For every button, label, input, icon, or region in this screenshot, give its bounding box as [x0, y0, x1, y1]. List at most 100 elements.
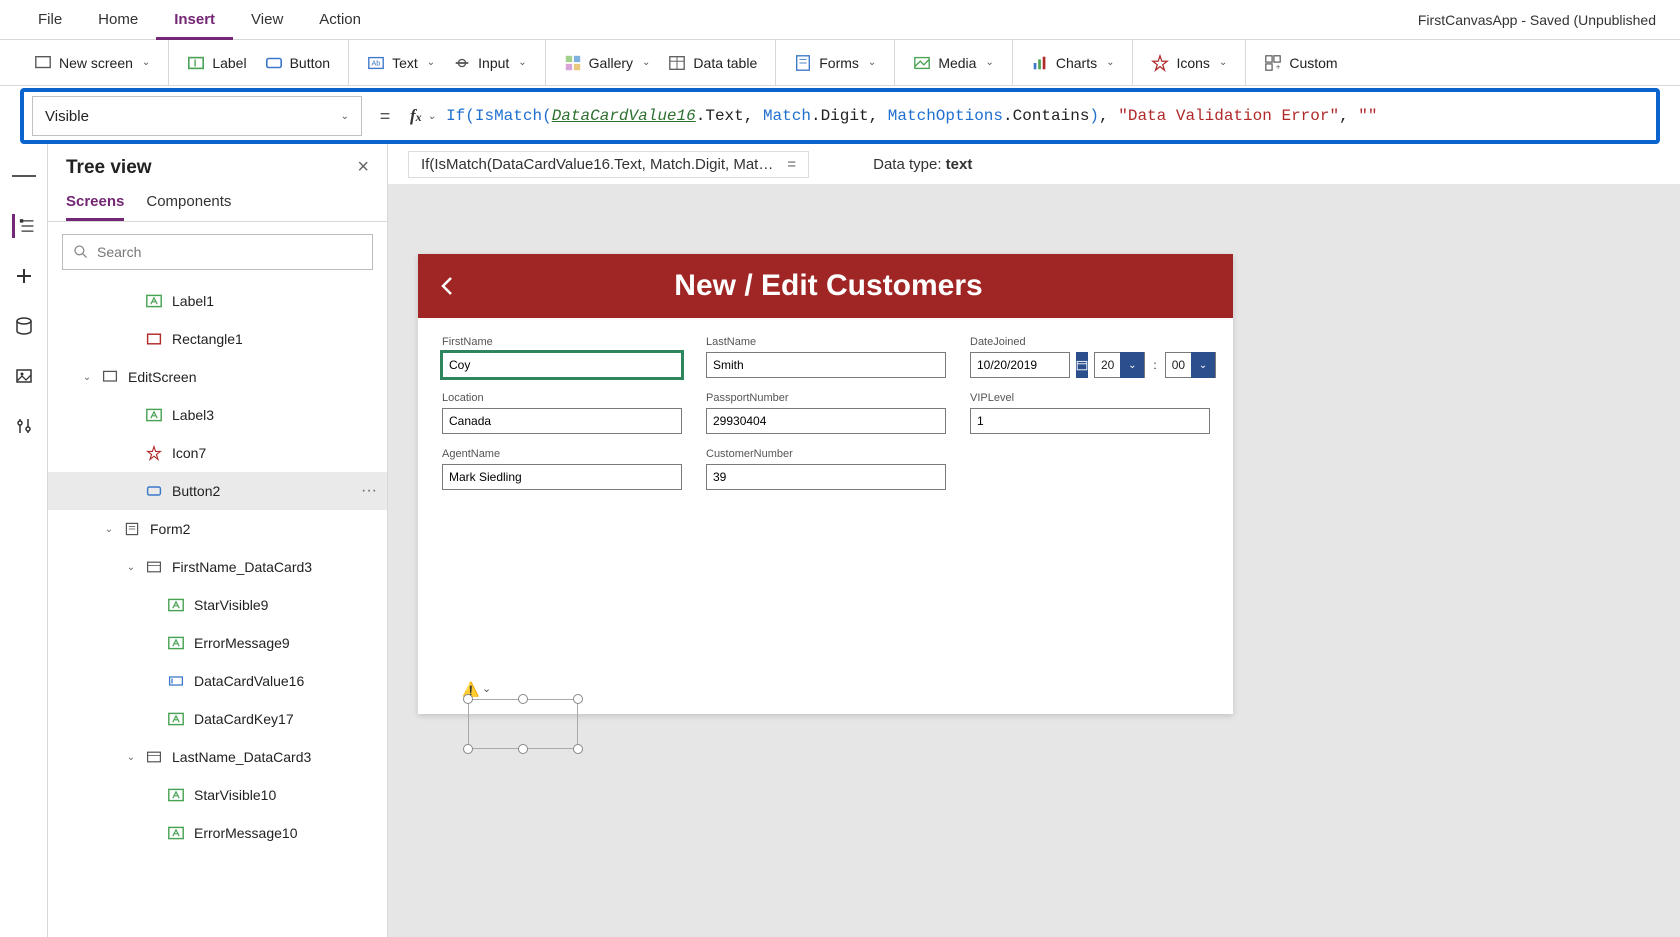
insert-button-button[interactable]: Button: [265, 54, 330, 72]
more-icon[interactable]: ···: [361, 482, 377, 500]
insert-media-dropdown[interactable]: Media⌄: [913, 54, 994, 72]
label-icon: [187, 54, 205, 72]
firstname-input[interactable]: [442, 352, 682, 378]
tree-node-errormessage10[interactable]: ErrorMessage10: [48, 814, 387, 852]
tree-node-label: StarVisible10: [194, 787, 276, 803]
form-icon: [124, 521, 142, 537]
tree-node-form2[interactable]: ⌄Form2: [48, 510, 387, 548]
tree-node-datacardkey17[interactable]: DataCardKey17: [48, 700, 387, 738]
field-viplevel: VIPLevel: [970, 392, 1210, 434]
app-title: FirstCanvasApp - Saved (Unpublished: [1418, 12, 1660, 28]
formula-input[interactable]: If(IsMatch(DataCardValue16.Text, Match.D…: [446, 107, 1656, 125]
location-input[interactable]: [442, 408, 682, 434]
tab-components[interactable]: Components: [146, 187, 231, 221]
customernumber-input[interactable]: [706, 464, 946, 490]
agentname-input[interactable]: [442, 464, 682, 490]
data-type-label: Data type:: [873, 156, 941, 173]
chevron-down-icon: ⌄: [428, 111, 436, 122]
insert-gallery-dropdown[interactable]: Gallery⌄: [564, 54, 651, 72]
charts-icon: [1031, 54, 1049, 72]
canvas-area[interactable]: New / Edit Customers FirstName LastName …: [388, 184, 1680, 937]
tree-view-panel: Tree view × Screens Components Search La…: [48, 144, 388, 937]
tree-node-label: LastName_DataCard3: [172, 749, 311, 765]
insert-input-dropdown[interactable]: Input⌄: [453, 54, 527, 72]
tree-view-title: Tree view: [66, 157, 152, 179]
insert-custom-dropdown[interactable]: + Custom: [1264, 54, 1337, 72]
passport-input[interactable]: [706, 408, 946, 434]
tree-node-datacardvalue16[interactable]: DataCardValue16: [48, 662, 387, 700]
tree-node-button2[interactable]: Button2···: [48, 472, 387, 510]
field-firstname: FirstName: [442, 336, 682, 378]
advanced-tools-icon[interactable]: [12, 414, 36, 438]
hamburger-icon[interactable]: [12, 164, 36, 188]
data-rail-icon[interactable]: [12, 314, 36, 338]
fx-button[interactable]: fx ⌄: [400, 106, 446, 126]
viplevel-input[interactable]: [970, 408, 1210, 434]
chevron-down-icon: ⌄: [341, 111, 349, 122]
tab-screens[interactable]: Screens: [66, 187, 124, 221]
caret-icon[interactable]: ⌄: [124, 562, 138, 573]
tree-node-label: Label3: [172, 407, 214, 423]
tree-node-label: StarVisible9: [194, 597, 268, 613]
insert-icons-dropdown[interactable]: Icons⌄: [1151, 54, 1227, 72]
tree-view-icon[interactable]: [12, 214, 36, 238]
screen-title: New / Edit Customers: [442, 269, 1215, 303]
tree-node-lastname_datacard3[interactable]: ⌄ LastName_DataCard3: [48, 738, 387, 776]
tree-node-label: ErrorMessage9: [194, 635, 290, 651]
tree-node-label: DataCardValue16: [194, 673, 304, 689]
menu-home[interactable]: Home: [80, 0, 156, 40]
label-icon: [168, 597, 186, 613]
caret-icon[interactable]: ⌄: [102, 524, 116, 535]
tree-node-starvisible9[interactable]: StarVisible9: [48, 586, 387, 624]
caret-icon[interactable]: ⌄: [80, 372, 94, 383]
tree-node-label: EditScreen: [128, 369, 196, 385]
label-icon: [168, 825, 186, 841]
insert-datatable-button[interactable]: Data table: [668, 54, 757, 72]
tree-node-label1[interactable]: Label1: [48, 282, 387, 320]
insert-charts-dropdown[interactable]: Charts⌄: [1031, 54, 1115, 72]
tree-node-editscreen[interactable]: ⌄ EditScreen: [48, 358, 387, 396]
chevron-down-icon[interactable]: ⌄: [482, 682, 491, 695]
insert-ribbon: New screen⌄ Label Button Ab Text⌄: [0, 40, 1680, 86]
menu-file[interactable]: File: [20, 0, 80, 40]
tree-node-label3[interactable]: Label3: [48, 396, 387, 434]
insert-rail-icon[interactable]: [12, 264, 36, 288]
menu-insert[interactable]: Insert: [156, 0, 233, 40]
tree-node-rectangle1[interactable]: Rectangle1: [48, 320, 387, 358]
screen-header: New / Edit Customers: [418, 254, 1233, 318]
new-screen-button[interactable]: New screen⌄: [34, 54, 150, 72]
tree-node-icon7[interactable]: Icon7: [48, 434, 387, 472]
media-icon: [913, 54, 931, 72]
minute-select[interactable]: 00 ⌄: [1165, 352, 1216, 378]
menu-view[interactable]: View: [233, 0, 301, 40]
text-icon: Ab: [367, 54, 385, 72]
media-rail-icon[interactable]: [12, 364, 36, 388]
menubar: File Home Insert View Action FirstCanvas…: [0, 0, 1680, 40]
property-selector[interactable]: Visible ⌄: [32, 96, 362, 136]
insert-text-dropdown[interactable]: Ab Text⌄: [367, 54, 435, 72]
forms-icon: [794, 54, 812, 72]
lastname-input[interactable]: [706, 352, 946, 378]
edit-screen-canvas: New / Edit Customers FirstName LastName …: [418, 254, 1233, 714]
caret-icon[interactable]: ⌄: [124, 752, 138, 763]
button2-selected[interactable]: ⚠️ ⌄: [468, 699, 578, 749]
button-icon: [265, 54, 283, 72]
field-customernumber: CustomerNumber: [706, 448, 946, 490]
tree-search-input[interactable]: Search: [62, 234, 373, 270]
menu-action[interactable]: Action: [301, 0, 379, 40]
hour-select[interactable]: 20 ⌄: [1094, 352, 1145, 378]
datejoined-input[interactable]: [970, 352, 1070, 378]
tree-node-label: ErrorMessage10: [194, 825, 298, 841]
tree-node-label: DataCardKey17: [194, 711, 294, 727]
card-icon: [146, 559, 164, 575]
label-icon: [168, 635, 186, 651]
tree-node-starvisible10[interactable]: StarVisible10: [48, 776, 387, 814]
insert-label-button[interactable]: Label: [187, 54, 246, 72]
close-icon[interactable]: ×: [357, 156, 369, 179]
calendar-icon[interactable]: [1076, 352, 1088, 378]
tree-node-errormessage9[interactable]: ErrorMessage9: [48, 624, 387, 662]
formula-bar: Visible ⌄ = fx ⌄ If(IsMatch(DataCardValu…: [20, 88, 1660, 144]
insert-forms-dropdown[interactable]: Forms⌄: [794, 54, 876, 72]
tree-node-firstname_datacard3[interactable]: ⌄FirstName_DataCard3: [48, 548, 387, 586]
label-icon: [146, 293, 164, 309]
